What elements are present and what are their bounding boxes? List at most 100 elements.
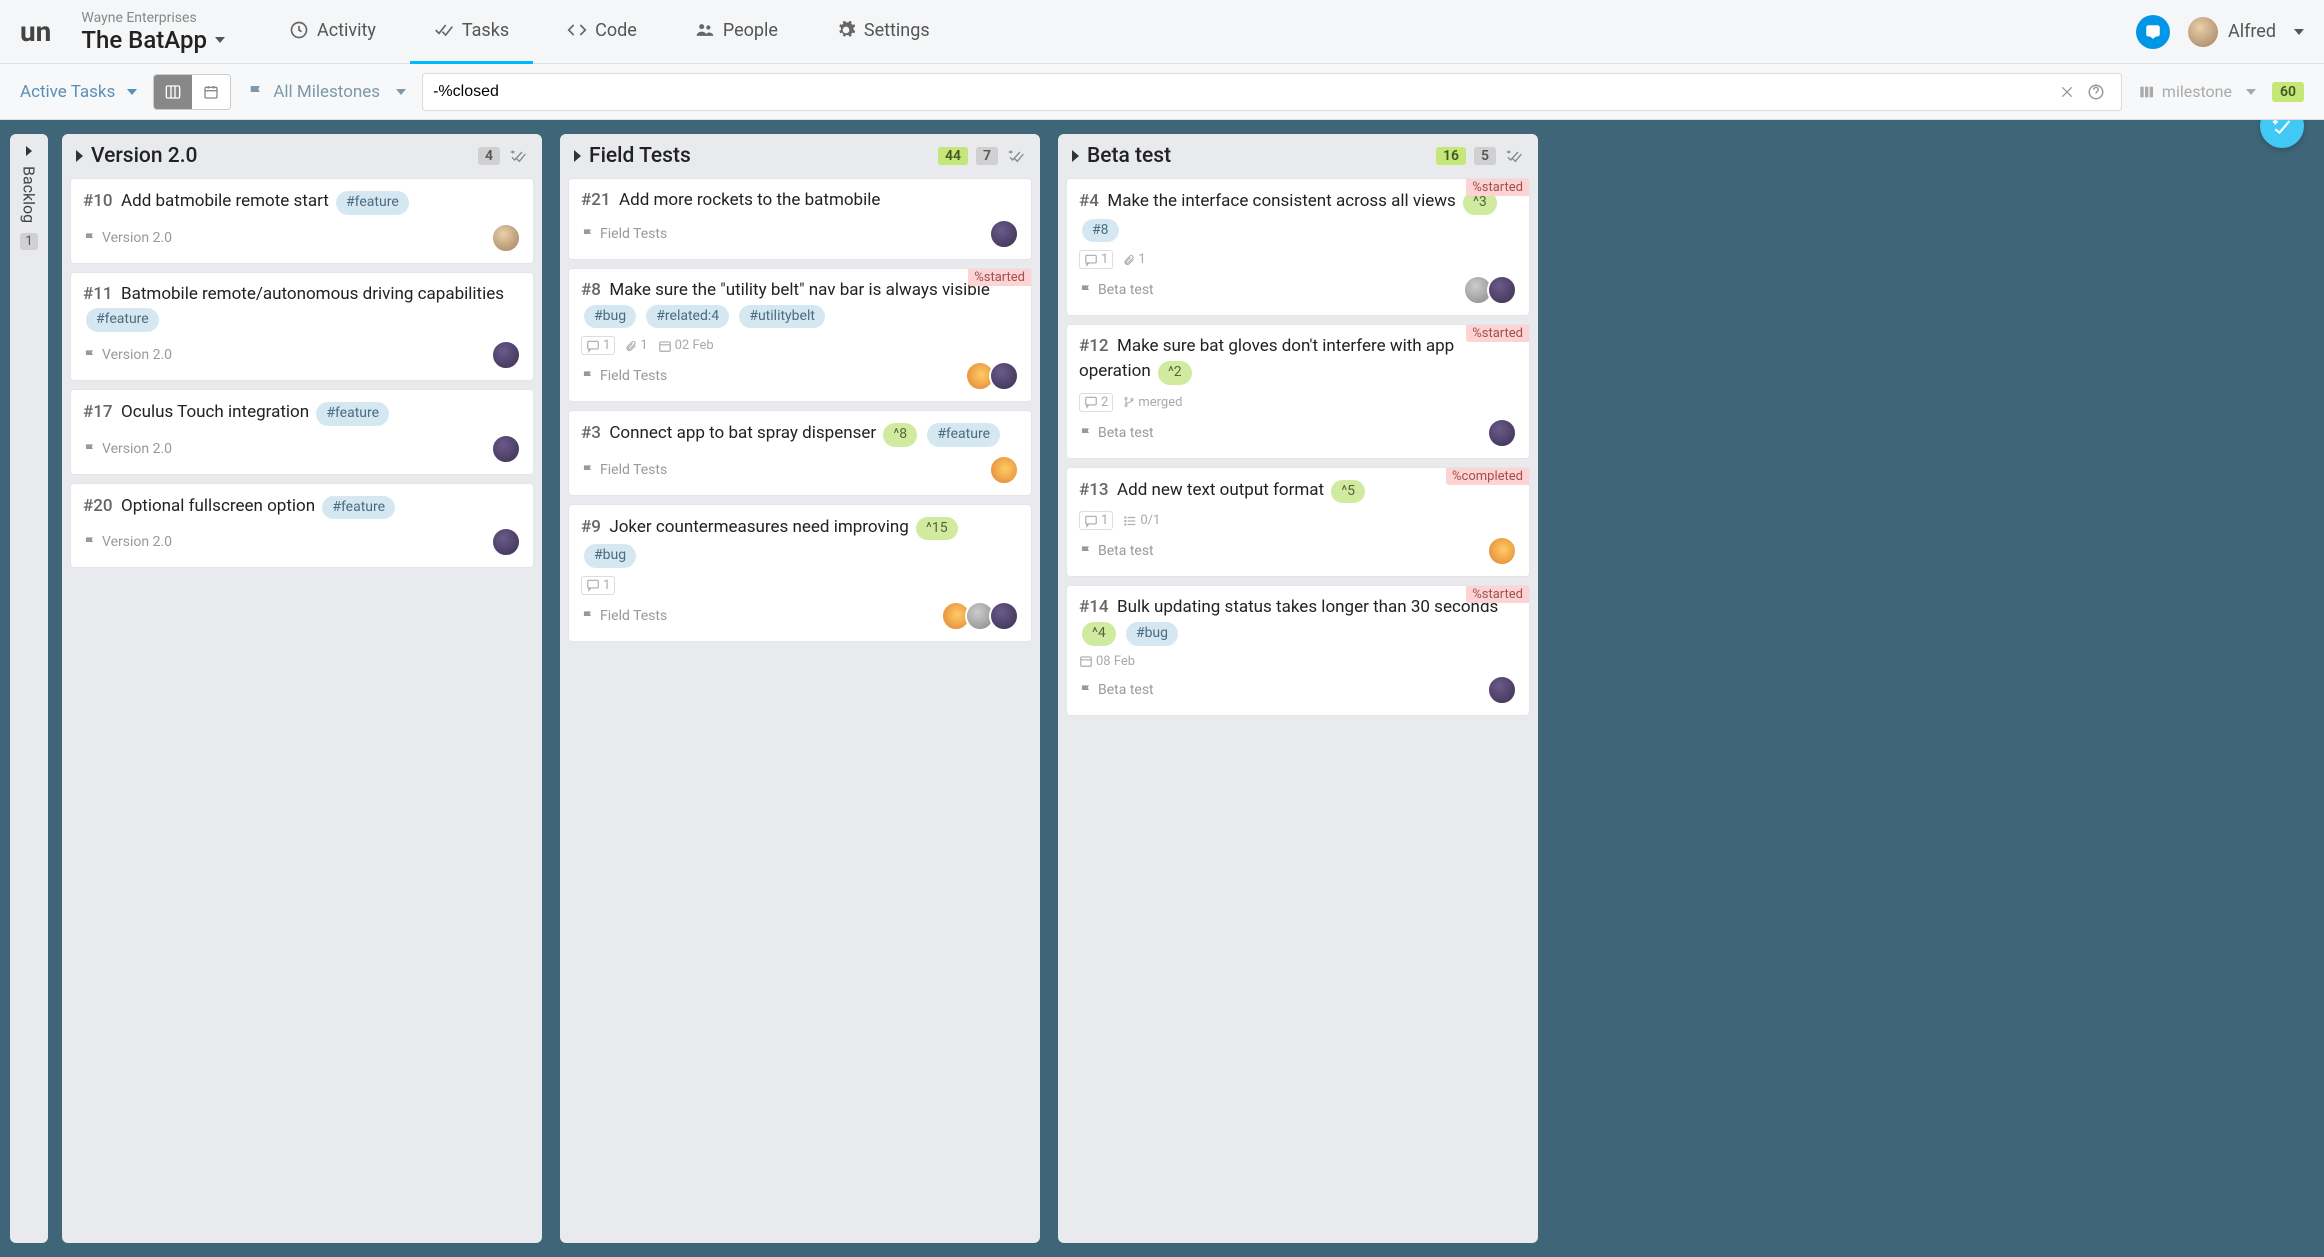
card-meta: 1 <box>581 576 1019 595</box>
board-view-button[interactable] <box>154 75 192 109</box>
task-card[interactable]: #9 Joker countermeasures need improving … <box>568 504 1032 642</box>
card-milestone[interactable]: Version 2.0 <box>83 441 172 457</box>
card-milestone[interactable]: Version 2.0 <box>83 230 172 246</box>
card-milestone[interactable]: Beta test <box>1079 682 1154 698</box>
tag[interactable]: #feature <box>86 308 159 332</box>
task-card[interactable]: %started#12 Make sure bat gloves don't i… <box>1066 324 1530 458</box>
assignee-avatar[interactable] <box>1487 675 1517 705</box>
assignees <box>1493 675 1517 705</box>
assignee-avatar[interactable] <box>989 601 1019 631</box>
card-milestone[interactable]: Field Tests <box>581 608 667 624</box>
tag[interactable]: #bug <box>584 544 636 568</box>
collapse-icon[interactable] <box>76 150 83 162</box>
attachments-count[interactable]: 1 <box>625 338 647 353</box>
assignee-avatar[interactable] <box>491 527 521 557</box>
backlog-rail[interactable]: Backlog 1 <box>10 134 48 1243</box>
card-milestone[interactable]: Field Tests <box>581 226 667 242</box>
card-milestone[interactable]: Field Tests <box>581 368 667 384</box>
collapse-icon[interactable] <box>1072 150 1079 162</box>
project-selector[interactable]: Wayne Enterprises The BatApp <box>81 10 225 54</box>
column-menu-button[interactable] <box>1006 148 1026 164</box>
assignee-avatar[interactable] <box>1487 536 1517 566</box>
tag[interactable]: ^4 <box>1082 622 1116 646</box>
comments-count[interactable]: 1 <box>1079 250 1113 269</box>
calendar-view-button[interactable] <box>192 75 230 109</box>
tag[interactable]: #8 <box>1082 219 1119 243</box>
close-icon <box>2059 84 2075 100</box>
project-name[interactable]: The BatApp <box>81 26 225 54</box>
tag[interactable]: #feature <box>336 191 409 215</box>
logo[interactable]: un <box>20 15 51 48</box>
tag[interactable]: #feature <box>322 496 395 520</box>
column-header: Version 2.0 4 <box>62 134 542 178</box>
collapse-icon[interactable] <box>574 150 581 162</box>
column-menu-button[interactable] <box>508 148 528 164</box>
backlog-count: 1 <box>20 233 37 250</box>
task-card[interactable]: %completed#13 Add new text output format… <box>1066 467 1530 578</box>
column-title[interactable]: Field Tests <box>589 144 930 168</box>
user-menu[interactable]: Alfred <box>2188 17 2304 47</box>
code-icon <box>567 20 587 40</box>
nav-people[interactable]: People <box>671 0 802 64</box>
app-header: un Wayne Enterprises The BatApp Activity… <box>0 0 2324 64</box>
nav-tasks[interactable]: Tasks <box>410 0 533 64</box>
search-help-button[interactable] <box>2081 83 2111 101</box>
comments-count[interactable]: 1 <box>1079 511 1113 530</box>
attachments-count[interactable]: 1 <box>1123 252 1145 267</box>
tag[interactable]: #utilitybelt <box>739 305 825 329</box>
card-milestone[interactable]: Beta test <box>1079 282 1154 298</box>
tag[interactable]: ^15 <box>916 517 958 541</box>
assignee-avatar[interactable] <box>989 219 1019 249</box>
active-filter-dropdown[interactable]: Active Tasks <box>20 82 137 102</box>
card-milestone[interactable]: Version 2.0 <box>83 534 172 550</box>
assignee-avatar[interactable] <box>491 340 521 370</box>
assignee-avatar[interactable] <box>1487 418 1517 448</box>
group-by-dropdown[interactable]: milestone <box>2138 82 2256 101</box>
clear-search-button[interactable] <box>2053 84 2081 100</box>
tag[interactable]: ^2 <box>1158 361 1192 385</box>
assignee-avatar[interactable] <box>491 223 521 253</box>
nav-code[interactable]: Code <box>543 0 661 64</box>
task-card[interactable]: %started#14 Bulk updating status takes l… <box>1066 585 1530 715</box>
card-milestone[interactable]: Version 2.0 <box>83 347 172 363</box>
task-card[interactable]: %started#8 Make sure the "utility belt" … <box>568 268 1032 402</box>
task-card[interactable]: #3 Connect app to bat spray dispenser ^8… <box>568 410 1032 496</box>
milestone-filter[interactable]: All Milestones <box>247 82 406 102</box>
assignee-avatar[interactable] <box>989 455 1019 485</box>
tag[interactable]: #feature <box>316 402 389 426</box>
card-milestone[interactable]: Beta test <box>1079 543 1154 559</box>
flag-icon <box>247 83 265 101</box>
card-milestone[interactable]: Beta test <box>1079 425 1154 441</box>
board-icon <box>164 84 182 100</box>
nav-settings[interactable]: Settings <box>812 0 954 64</box>
comments-count[interactable]: 1 <box>581 576 615 595</box>
search-input[interactable] <box>433 83 2053 101</box>
tag[interactable]: #bug <box>584 305 636 329</box>
intercom-button[interactable] <box>2136 15 2170 49</box>
tag[interactable]: #related:4 <box>646 305 729 329</box>
task-card[interactable]: #21 Add more rockets to the batmobile Fi… <box>568 178 1032 260</box>
tag[interactable]: ^5 <box>1331 480 1365 504</box>
column-title[interactable]: Beta test <box>1087 144 1428 168</box>
nav-activity[interactable]: Activity <box>265 0 400 64</box>
tag[interactable]: ^8 <box>883 423 917 447</box>
assignee-avatar[interactable] <box>989 361 1019 391</box>
task-card[interactable]: #11 Batmobile remote/autonomous driving … <box>70 272 534 381</box>
column-menu-button[interactable] <box>1504 148 1524 164</box>
comments-count[interactable]: 2 <box>1079 393 1113 412</box>
task-card[interactable]: #10 Add batmobile remote start #feature … <box>70 178 534 264</box>
assignee-avatar[interactable] <box>491 434 521 464</box>
tag[interactable]: #feature <box>927 423 1000 447</box>
tag[interactable]: #bug <box>1126 622 1178 646</box>
column-title[interactable]: Version 2.0 <box>91 144 470 168</box>
assignee-avatar[interactable] <box>1487 275 1517 305</box>
task-card[interactable]: #17 Oculus Touch integration #feature Ve… <box>70 389 534 475</box>
due-date: 02 Feb <box>658 338 714 353</box>
comments-count[interactable]: 1 <box>581 336 615 355</box>
people-icon <box>695 20 715 40</box>
task-card[interactable]: %started#4 Make the interface consistent… <box>1066 178 1530 316</box>
card-milestone[interactable]: Field Tests <box>581 462 667 478</box>
card-title: #3 Connect app to bat spray dispenser ^8… <box>581 421 1019 449</box>
task-card[interactable]: #20 Optional fullscreen option #feature … <box>70 483 534 569</box>
status-badge: %started <box>1466 325 1529 342</box>
